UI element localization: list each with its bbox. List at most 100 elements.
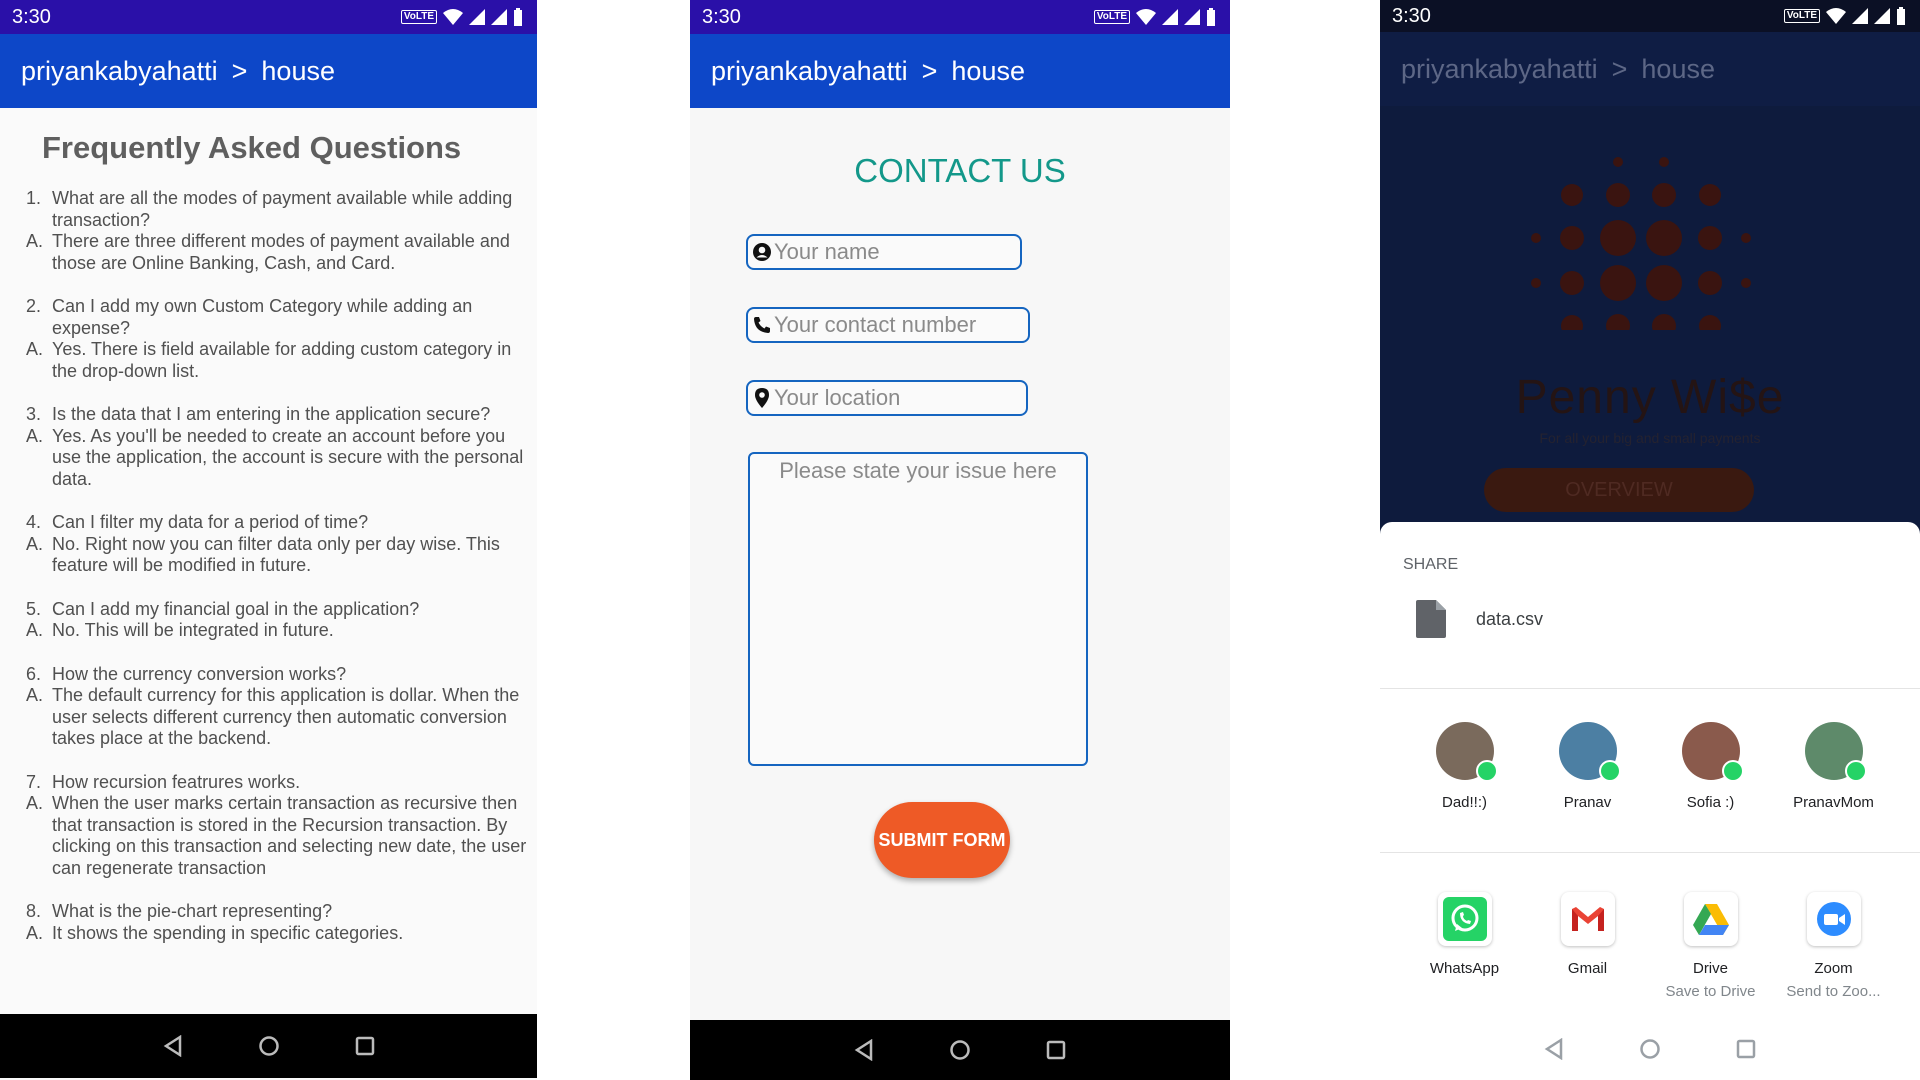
signal-icon [491, 9, 507, 25]
location-field[interactable]: Your location [746, 380, 1028, 416]
name-field[interactable]: Your name [746, 234, 1022, 270]
app-share-row: WhatsApp Gmail Drive Save to Drive Zoom [1380, 892, 1920, 1000]
recents-icon[interactable] [354, 1035, 376, 1057]
signal-icon [1874, 8, 1890, 24]
share-target-app[interactable]: Gmail [1526, 892, 1649, 1000]
answer-text: No. This will be integrated in future. [52, 620, 334, 640]
contact-name: Pranav [1563, 794, 1612, 811]
question-number: 2. [26, 296, 42, 316]
status-time: 3:30 [702, 5, 741, 28]
share-target-app[interactable]: WhatsApp [1403, 892, 1526, 1000]
faq-answer: A. No. Right now you can filter data only… [26, 534, 528, 577]
question-number: 5. [26, 598, 42, 619]
system-nav-bar [690, 1020, 1230, 1080]
app-logo-title: Penny Wi$e [1515, 371, 1785, 424]
share-target-contact[interactable]: Sofia :) [1649, 722, 1772, 811]
faq-item: 3. Is the data that I am entering in the … [26, 404, 528, 490]
back-icon[interactable] [1543, 1038, 1565, 1060]
whatsapp-badge-icon [1475, 760, 1498, 782]
wifi-icon [443, 9, 463, 25]
battery-icon [1207, 8, 1215, 26]
recents-icon[interactable] [1735, 1038, 1757, 1060]
faq-answer: A. It shows the spending in specific cate… [26, 923, 528, 945]
whatsapp-badge-icon [1844, 760, 1867, 782]
breadcrumb-separator: > [921, 55, 938, 86]
question-text: What is the pie-chart representing? [52, 901, 333, 921]
faq-question: 2. Can I add my own Custom Category while… [26, 296, 528, 339]
question-number: 7. [26, 771, 42, 792]
direct-share-row: Dad!!:) Pranav Sofia :) PranavMom [1380, 722, 1920, 811]
answer-label: A. [26, 231, 44, 251]
breadcrumb-page[interactable]: house [951, 56, 1025, 87]
answer-label: A. [26, 620, 44, 640]
divider [1380, 688, 1920, 689]
app-name: Drive [1692, 960, 1728, 977]
volte-icon: VoLTE [1783, 9, 1820, 23]
answer-label: A. [26, 793, 44, 813]
breadcrumb-user: priyankabyahatti [1401, 53, 1598, 84]
app-bar: priyankabyahatti > house [1380, 32, 1920, 106]
status-time: 3:30 [12, 5, 51, 28]
question-number: 8. [26, 901, 42, 921]
share-target-contact[interactable]: PranavMom [1772, 722, 1895, 811]
issue-textarea[interactable]: Please state your issue here [748, 452, 1088, 766]
answer-label: A. [26, 339, 44, 359]
divider [1380, 852, 1920, 853]
answer-text: There are three different modes of payme… [52, 231, 510, 273]
breadcrumb-separator: > [1611, 53, 1628, 84]
share-label: SHARE [1403, 556, 1459, 573]
answer-text: Yes. As you'll be needed to create an ac… [52, 425, 524, 489]
share-target-contact[interactable]: Dad!!:) [1403, 722, 1526, 811]
avatar [1558, 722, 1621, 782]
share-target-app[interactable]: Zoom Send to Zoo... [1772, 892, 1895, 1000]
whatsapp-icon [1437, 892, 1492, 946]
signal-icon [1852, 8, 1868, 24]
faq-question: 7. How recursion featrures works. [26, 772, 528, 794]
faq-answer: A. The default currency for this applicat… [26, 685, 528, 750]
app-subtitle: Save to Drive [1665, 983, 1756, 1000]
breadcrumb-separator: > [231, 55, 248, 86]
breadcrumb-page[interactable]: house [261, 56, 335, 87]
faq-screen: 3:30 VoLTE priyankabyahatti > house Freq… [0, 0, 537, 1080]
recents-icon[interactable] [1045, 1039, 1067, 1061]
question-text: Can I add my financial goal in the appli… [52, 598, 420, 619]
question-text: What are all the modes of payment availa… [52, 188, 513, 230]
system-nav-bar [0, 1014, 537, 1078]
contact-number-field[interactable]: Your contact number [746, 307, 1030, 343]
status-time: 3:30 [1392, 4, 1431, 27]
faq-item: 6. How the currency conversion works? A. T… [26, 664, 528, 750]
home-icon[interactable] [949, 1039, 971, 1061]
question-number: 4. [26, 512, 42, 532]
signal-icon [1184, 9, 1200, 25]
whatsapp-badge-icon [1721, 760, 1744, 782]
question-text: Can I add my own Custom Category while a… [52, 296, 473, 338]
shared-file: data.csv [1416, 600, 1543, 638]
answer-text: No. Right now you can filter data only p… [52, 533, 500, 576]
back-icon[interactable] [162, 1035, 184, 1057]
submit-form-button[interactable]: SUBMIT FORM [874, 802, 1010, 878]
share-target-contact[interactable]: Pranav [1526, 722, 1649, 811]
breadcrumb-user[interactable]: priyankabyahatti [711, 56, 908, 87]
question-text: Can I filter my data for a period of tim… [52, 512, 369, 532]
answer-text: The default currency for this applicatio… [52, 685, 520, 748]
faq-item: 1. What are all the modes of payment avai… [26, 188, 528, 274]
app-bar: priyankabyahatti > house [690, 34, 1230, 108]
app-bar: priyankabyahatti > house [0, 34, 537, 108]
faq-answer: A. Yes. There is field available for addi… [26, 339, 528, 382]
faq-item: 4. Can I filter my data for a period of t… [26, 512, 528, 577]
home-icon[interactable] [258, 1035, 280, 1057]
share-target-app[interactable]: Drive Save to Drive [1649, 892, 1772, 1000]
question-number: 1. [26, 188, 42, 208]
back-icon[interactable] [853, 1039, 875, 1061]
answer-text: It shows the spending in specific catego… [52, 922, 404, 943]
contact-number-placeholder: Your contact number [774, 312, 977, 337]
home-icon[interactable] [1639, 1038, 1661, 1060]
breadcrumb-user[interactable]: priyankabyahatti [21, 56, 218, 87]
signal-icon [1162, 9, 1178, 25]
faq-question: 1. What are all the modes of payment avai… [26, 188, 528, 231]
answer-label: A. [26, 685, 44, 705]
question-number: 3. [26, 404, 42, 424]
gmail-icon [1560, 892, 1615, 946]
name-placeholder: Your name [774, 239, 880, 264]
volte-icon: VoLTE [1093, 10, 1130, 24]
